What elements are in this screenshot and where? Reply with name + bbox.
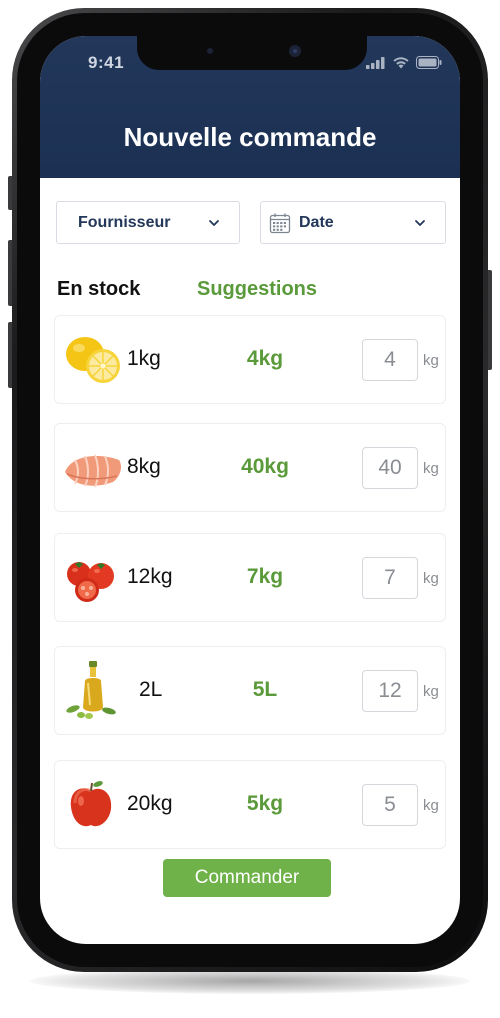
suggestion-value: 7kg (246, 565, 284, 588)
order-button[interactable]: Commander (163, 859, 331, 897)
salmon-icon (65, 454, 121, 488)
stock-column-header: En stock (57, 278, 141, 300)
battery-icon (416, 56, 442, 69)
suggestion-value: 5kg (246, 792, 284, 815)
quantity-input[interactable] (362, 447, 418, 489)
apple-icon (70, 781, 112, 827)
product-row: 12kg 7kg kg (54, 533, 446, 622)
unit-label: kg (423, 460, 439, 477)
date-dropdown-label: Date (299, 213, 334, 231)
quantity-input[interactable] (362, 339, 418, 381)
unit-label: kg (423, 683, 439, 700)
product-row: 20kg 5kg kg (54, 760, 446, 849)
suggestion-value: 4kg (246, 347, 284, 370)
supplier-dropdown-label: Fournisseur (78, 213, 171, 231)
chevron-down-icon (209, 219, 219, 226)
unit-label: kg (423, 570, 439, 587)
product-row: 1kg 4kg kg (54, 315, 446, 404)
unit-label: kg (423, 352, 439, 369)
app-screen: 9:41 Nouvelle commande Fournisseur Date … (40, 36, 460, 944)
lemon-icon (66, 337, 120, 383)
front-camera (289, 45, 301, 57)
stock-value: 2L (139, 678, 163, 701)
suggestion-value: 5L (252, 678, 278, 701)
supplier-dropdown[interactable]: Fournisseur (56, 201, 240, 244)
status-time: 9:41 (88, 53, 125, 72)
quantity-input[interactable] (362, 557, 418, 599)
unit-label: kg (423, 797, 439, 814)
quantity-input[interactable] (362, 784, 418, 826)
status-icons (366, 56, 442, 69)
quantity-input[interactable] (362, 670, 418, 712)
phone-frame: 9:41 Nouvelle commande Fournisseur Date … (12, 8, 488, 972)
calendar-icon (269, 213, 291, 233)
stock-value: 20kg (127, 792, 173, 815)
app-header: 9:41 Nouvelle commande (40, 36, 460, 178)
suggestions-column-header: Suggestions (197, 278, 318, 300)
stock-value: 1kg (127, 347, 161, 370)
page-title: Nouvelle commande (123, 122, 377, 152)
tomato-icon (67, 562, 114, 602)
signal-icon (366, 56, 385, 69)
product-row: 2L 5L kg (54, 646, 446, 735)
notch-sensor (207, 48, 213, 54)
product-row: 8kg 40kg kg (54, 423, 446, 512)
olive-oil-icon (66, 661, 116, 719)
stock-value: 12kg (127, 565, 173, 588)
date-dropdown[interactable]: Date (260, 201, 446, 244)
phone-bezel: 9:41 Nouvelle commande Fournisseur Date … (17, 13, 483, 967)
chevron-down-icon (415, 219, 425, 226)
wifi-icon (393, 57, 409, 69)
stock-value: 8kg (127, 455, 161, 478)
suggestion-value: 40kg (241, 455, 289, 478)
phone-notch (137, 36, 367, 70)
